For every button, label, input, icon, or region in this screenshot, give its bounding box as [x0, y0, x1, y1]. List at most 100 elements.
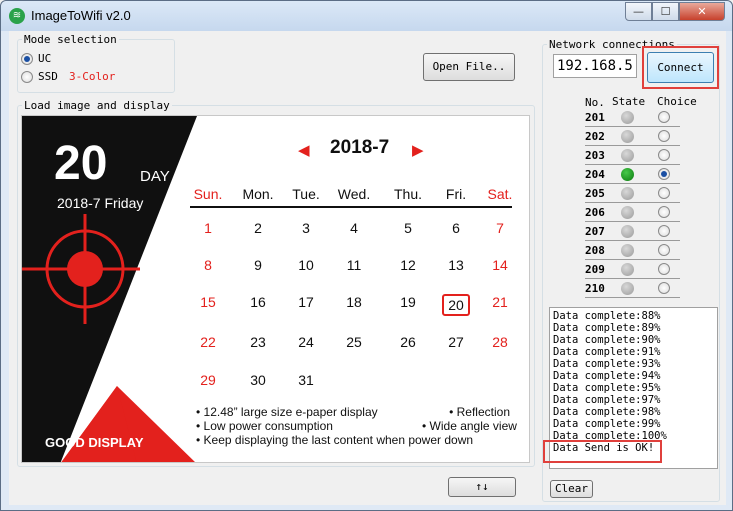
device-number: 207: [585, 225, 605, 238]
weekday-label: Sat.: [487, 186, 513, 202]
log-line: Data complete:98%: [553, 406, 661, 418]
device-number: 210: [585, 282, 605, 295]
title-bar[interactable]: ≋ ImageToWifi v2.0 — ☐ ✕: [1, 1, 732, 31]
day-cell: 9: [254, 257, 262, 273]
day-cell: 17: [298, 294, 314, 310]
log-line: Data complete:94%: [553, 370, 661, 382]
day-cell: 21: [492, 294, 508, 310]
state-indicator-icon: [621, 111, 634, 124]
device-number: 202: [585, 130, 605, 143]
device-number: 205: [585, 187, 605, 200]
device-choice-radio[interactable]: [658, 244, 670, 256]
device-row: 210: [585, 279, 680, 298]
clear-button[interactable]: Clear: [550, 480, 593, 498]
device-number: 203: [585, 149, 605, 162]
connect-button[interactable]: Connect: [647, 52, 714, 83]
log-line: Data complete:95%: [553, 382, 661, 394]
device-choice-radio[interactable]: [658, 111, 670, 123]
log-line: Data complete:99%: [553, 418, 661, 430]
device-row: 202: [585, 127, 680, 146]
feature-text: • Keep displaying the last content when …: [196, 433, 474, 447]
day-cell: 11: [346, 257, 362, 273]
mode-ssd-label: SSD: [38, 70, 58, 83]
day-cell: 29: [200, 372, 216, 388]
client-area: Mode selection UC SSD 3-Color Open File.…: [9, 31, 726, 505]
weekday-label: Fri.: [445, 186, 467, 202]
mode-selection-legend: Mode selection: [24, 33, 117, 46]
device-row: 204: [585, 165, 680, 184]
mode-uc-radio[interactable]: [21, 53, 33, 65]
state-indicator-icon: [621, 244, 634, 257]
device-choice-radio[interactable]: [658, 149, 670, 161]
day-cell: 26: [400, 334, 416, 350]
day-cell: 3: [302, 220, 310, 236]
weekday-label: Tue.: [292, 186, 320, 202]
log-line: Data complete:89%: [553, 322, 661, 334]
day-cell: 30: [250, 372, 266, 388]
weekday-label: Thu.: [393, 186, 422, 202]
col-choice-header: Choice: [657, 95, 697, 108]
device-choice-radio[interactable]: [658, 263, 670, 275]
mode-ssd-radio[interactable]: [21, 71, 33, 83]
device-choice-radio[interactable]: [658, 187, 670, 199]
device-row: 203: [585, 146, 680, 165]
feature-text: • 12.48” large size e-paper display: [196, 405, 378, 419]
day-cell: 4: [350, 220, 358, 236]
mode-uc-label: UC: [38, 52, 52, 65]
day-cell: 7: [496, 220, 504, 236]
close-button[interactable]: ✕: [679, 2, 725, 21]
minimize-button[interactable]: —: [625, 2, 652, 21]
feature-text: • Reflection: [449, 405, 510, 419]
maximize-button[interactable]: ☐: [652, 2, 679, 21]
state-indicator-icon: [621, 263, 634, 276]
state-indicator-icon: [621, 225, 634, 238]
log-line: Data complete:90%: [553, 334, 661, 346]
device-choice-radio[interactable]: [658, 206, 670, 218]
weekday-label: Sun.: [193, 186, 223, 202]
device-row: 205: [585, 184, 680, 203]
device-row: 206: [585, 203, 680, 222]
day-cell: 8: [204, 257, 212, 273]
month-title: 2018-7: [330, 137, 390, 158]
day-cell: 12: [400, 257, 416, 273]
day-cell: 1: [204, 220, 212, 236]
feature-text: • Low power consumption: [196, 419, 333, 433]
device-choice-radio[interactable]: [658, 130, 670, 142]
mode-ssd-3color-label: 3-Color: [69, 70, 116, 83]
device-number: 201: [585, 111, 605, 124]
state-indicator-icon: [621, 130, 634, 143]
state-indicator-icon: [621, 149, 634, 162]
device-choice-radio[interactable]: [658, 282, 670, 294]
wifi-icon: ≋: [9, 8, 25, 24]
brand-label: GOOD DISPLAY: [45, 435, 144, 450]
day-cell: 19: [400, 294, 416, 310]
window-title: ImageToWifi v2.0: [31, 8, 131, 23]
next-month-icon: ▶: [412, 142, 424, 159]
swap-button[interactable]: ↑↓: [448, 477, 516, 497]
state-indicator-icon: [621, 168, 634, 181]
day-cell: 28: [492, 334, 508, 350]
device-choice-radio[interactable]: [658, 168, 670, 180]
open-file-button[interactable]: Open File..: [423, 53, 515, 81]
day-cell: 14: [492, 257, 508, 273]
weekday-label: Mon.: [242, 186, 274, 202]
send-ok-highlight: [543, 440, 662, 463]
day-cell: 2: [254, 220, 262, 236]
weekday-underline: [190, 206, 512, 208]
device-number: 208: [585, 244, 605, 257]
log-line: Data complete:88%: [553, 310, 661, 322]
device-number: 206: [585, 206, 605, 219]
day-cell: 27: [448, 334, 464, 350]
day-cell: 13: [448, 257, 464, 273]
device-row: 207: [585, 222, 680, 241]
device-choice-radio[interactable]: [658, 225, 670, 237]
log-line: Data complete:93%: [553, 358, 661, 370]
day-cell: 15: [200, 294, 216, 310]
weekday-label: Wed.: [337, 186, 371, 202]
day-cell: 18: [346, 294, 362, 310]
device-row: 208: [585, 241, 680, 260]
load-image-legend: Load image and display: [24, 99, 170, 112]
state-indicator-icon: [621, 282, 634, 295]
ip-input[interactable]: 192.168.5.: [553, 54, 637, 78]
day-cell: 16: [250, 294, 266, 310]
